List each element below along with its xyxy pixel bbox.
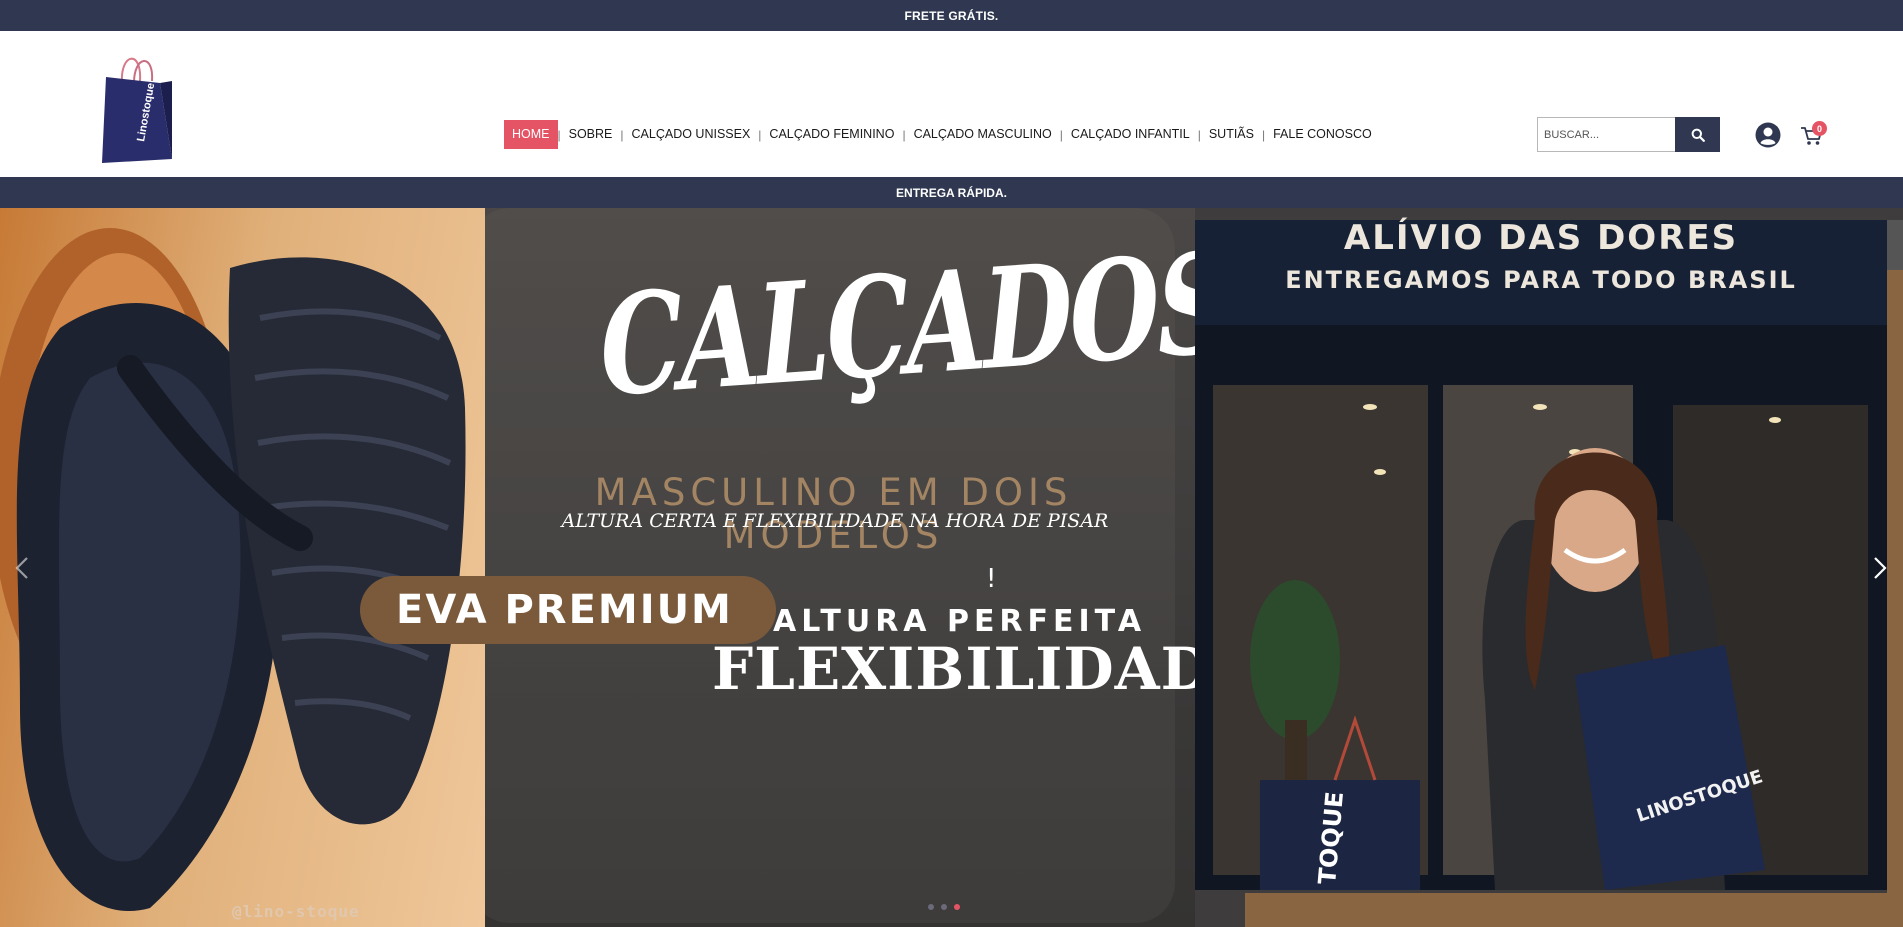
announcement-text: FRETE GRÁTIS.: [904, 8, 999, 23]
storefront-photo: TOQUE LINOSTOQUE: [1195, 220, 1887, 890]
banner-edge-gray: [1887, 220, 1903, 270]
nav-calcado-unissex[interactable]: CALÇADO UNISSEX: [624, 120, 759, 149]
sandal-illustration: [0, 228, 466, 912]
banner-tagline: ALTURA CERTA E FLEXIBILIDADE NA HORA DE …: [561, 510, 1109, 532]
banner-headline: CALÇADOS: [597, 220, 1232, 428]
search-input[interactable]: [1537, 117, 1675, 152]
eva-premium-pill: EVA PREMIUM: [360, 576, 776, 644]
slider-pagination: [928, 904, 960, 910]
nav-home[interactable]: HOME: [504, 120, 558, 149]
eva-premium-label: EVA PREMIUM: [396, 587, 733, 633]
nav-sobre[interactable]: SOBRE: [561, 120, 621, 149]
nav-fale-conosco[interactable]: FALE CONOSCO: [1265, 120, 1380, 149]
logo-shopping-bag[interactable]: Linostoque: [100, 47, 172, 163]
cart-count-badge: 0: [1812, 121, 1827, 136]
banner-product-photo: [0, 208, 485, 927]
delivery-text: ENTREGA RÁPIDA.: [896, 185, 1007, 200]
chevron-right-icon: [1874, 557, 1887, 579]
banner-feature-altura: ALTURA PERFEITA: [773, 604, 1147, 639]
banner-exclamation: !: [986, 564, 997, 594]
slider-prev-button[interactable]: [8, 548, 36, 588]
nav-calcado-feminino[interactable]: CALÇADO FEMININO: [761, 120, 902, 149]
nav-calcado-masculino[interactable]: CALÇADO MASCULINO: [906, 120, 1060, 149]
search-icon: [1691, 128, 1705, 142]
banner-bottom-strip: [1245, 893, 1903, 927]
nav-sutias[interactable]: SUTIÃS: [1201, 120, 1262, 149]
storefront-illustration: TOQUE LINOSTOQUE: [1195, 220, 1887, 890]
search-form: [1537, 117, 1720, 152]
banner-right-subtitle: ENTREGAMOS PARA TODO BRASIL: [1285, 266, 1797, 294]
slider-dot[interactable]: [941, 904, 947, 910]
banner-feature-flexibilidade: FLEXIBILIDADE: [712, 635, 1258, 703]
instagram-handle: @lino-stoque: [232, 902, 360, 921]
nav-calcado-infantil[interactable]: CALÇADO INFANTIL: [1063, 120, 1198, 149]
chevron-left-icon: [15, 557, 28, 579]
slider-dot-active[interactable]: [954, 904, 960, 910]
search-button[interactable]: [1675, 117, 1720, 152]
site-header: Linostoque HOME | SOBRE | CALÇADO UNISSE…: [0, 31, 1903, 177]
slider-next-button[interactable]: [1866, 548, 1894, 588]
banner-right-title: ALÍVIO DAS DORES: [1343, 218, 1739, 258]
hero-slider: CALÇADOS MASCULINO EM DOIS MODELOS ALTUR…: [0, 208, 1903, 927]
user-icon[interactable]: [1755, 122, 1781, 148]
main-nav: HOME | SOBRE | CALÇADO UNISSEX | CALÇADO…: [504, 120, 1380, 149]
announcement-bar: FRETE GRÁTIS.: [0, 0, 1903, 31]
slider-dot[interactable]: [928, 904, 934, 910]
banner-edge-tan: [1887, 270, 1903, 927]
delivery-bar: ENTREGA RÁPIDA.: [0, 177, 1903, 208]
